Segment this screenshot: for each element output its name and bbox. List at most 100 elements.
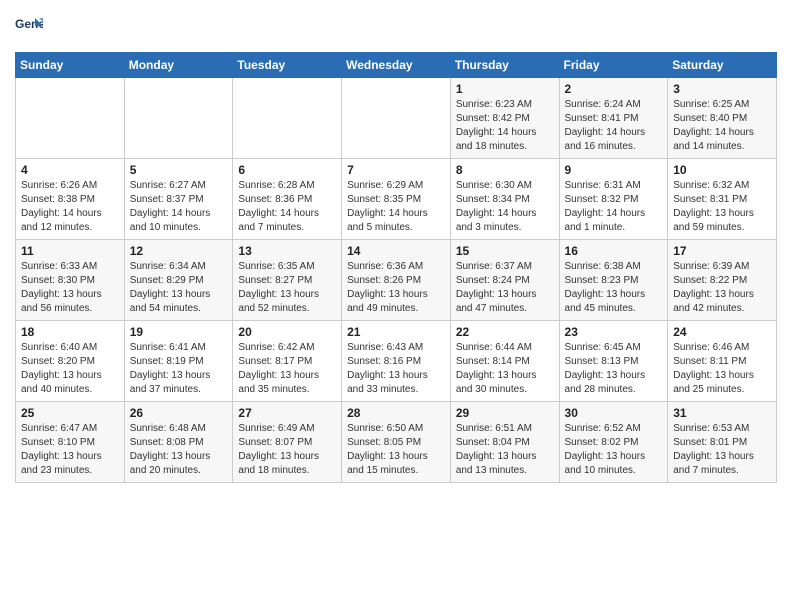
day-number: 22 [456, 325, 554, 339]
calendar-cell: 8 Sunrise: 6:30 AM Sunset: 8:34 PM Daylig… [450, 159, 559, 240]
day-info: Sunrise: 6:53 AM Sunset: 8:01 PM Dayligh… [673, 422, 771, 478]
day-number: 4 [21, 163, 119, 177]
calendar-cell: 13 Sunrise: 6:35 AM Sunset: 8:27 PM Dayli… [233, 240, 342, 321]
day-number: 26 [130, 406, 228, 420]
day-info: Sunrise: 6:39 AM Sunset: 8:22 PM Dayligh… [673, 260, 771, 316]
day-info: Sunrise: 6:42 AM Sunset: 8:17 PM Dayligh… [238, 341, 336, 397]
day-number: 13 [238, 244, 336, 258]
calendar-cell: 24 Sunrise: 6:46 AM Sunset: 8:11 PM Dayli… [668, 321, 777, 402]
day-info: Sunrise: 6:47 AM Sunset: 8:10 PM Dayligh… [21, 422, 119, 478]
day-number: 28 [347, 406, 445, 420]
day-number: 21 [347, 325, 445, 339]
weekday-header-monday: Monday [124, 53, 233, 78]
calendar-cell: 22 Sunrise: 6:44 AM Sunset: 8:14 PM Dayli… [450, 321, 559, 402]
calendar-header: SundayMondayTuesdayWednesdayThursdayFrid… [16, 53, 777, 78]
calendar-cell: 17 Sunrise: 6:39 AM Sunset: 8:22 PM Dayli… [668, 240, 777, 321]
calendar-table: SundayMondayTuesdayWednesdayThursdayFrid… [15, 52, 777, 483]
day-number: 7 [347, 163, 445, 177]
day-info: Sunrise: 6:40 AM Sunset: 8:20 PM Dayligh… [21, 341, 119, 397]
day-info: Sunrise: 6:34 AM Sunset: 8:29 PM Dayligh… [130, 260, 228, 316]
day-info: Sunrise: 6:44 AM Sunset: 8:14 PM Dayligh… [456, 341, 554, 397]
day-info: Sunrise: 6:46 AM Sunset: 8:11 PM Dayligh… [673, 341, 771, 397]
calendar-cell: 20 Sunrise: 6:42 AM Sunset: 8:17 PM Dayli… [233, 321, 342, 402]
weekday-header-saturday: Saturday [668, 53, 777, 78]
day-info: Sunrise: 6:30 AM Sunset: 8:34 PM Dayligh… [456, 179, 554, 235]
day-info: Sunrise: 6:26 AM Sunset: 8:38 PM Dayligh… [21, 179, 119, 235]
weekday-header-friday: Friday [559, 53, 668, 78]
calendar-cell: 29 Sunrise: 6:51 AM Sunset: 8:04 PM Dayli… [450, 402, 559, 483]
calendar-cell: 26 Sunrise: 6:48 AM Sunset: 8:08 PM Dayli… [124, 402, 233, 483]
calendar-cell: 7 Sunrise: 6:29 AM Sunset: 8:35 PM Daylig… [342, 159, 451, 240]
day-number: 29 [456, 406, 554, 420]
day-number: 14 [347, 244, 445, 258]
day-info: Sunrise: 6:41 AM Sunset: 8:19 PM Dayligh… [130, 341, 228, 397]
page-header: General [15, 10, 777, 44]
day-info: Sunrise: 6:31 AM Sunset: 8:32 PM Dayligh… [565, 179, 663, 235]
day-info: Sunrise: 6:50 AM Sunset: 8:05 PM Dayligh… [347, 422, 445, 478]
day-info: Sunrise: 6:37 AM Sunset: 8:24 PM Dayligh… [456, 260, 554, 316]
day-info: Sunrise: 6:23 AM Sunset: 8:42 PM Dayligh… [456, 98, 554, 154]
day-number: 10 [673, 163, 771, 177]
day-number: 9 [565, 163, 663, 177]
day-info: Sunrise: 6:45 AM Sunset: 8:13 PM Dayligh… [565, 341, 663, 397]
day-number: 24 [673, 325, 771, 339]
calendar-cell: 4 Sunrise: 6:26 AM Sunset: 8:38 PM Daylig… [16, 159, 125, 240]
logo-icon: General [15, 14, 43, 42]
calendar-cell: 3 Sunrise: 6:25 AM Sunset: 8:40 PM Daylig… [668, 78, 777, 159]
logo: General [15, 16, 47, 44]
day-number: 11 [21, 244, 119, 258]
day-number: 19 [130, 325, 228, 339]
day-info: Sunrise: 6:35 AM Sunset: 8:27 PM Dayligh… [238, 260, 336, 316]
day-number: 3 [673, 82, 771, 96]
day-number: 6 [238, 163, 336, 177]
calendar-cell: 16 Sunrise: 6:38 AM Sunset: 8:23 PM Dayli… [559, 240, 668, 321]
day-number: 15 [456, 244, 554, 258]
day-info: Sunrise: 6:32 AM Sunset: 8:31 PM Dayligh… [673, 179, 771, 235]
calendar-cell: 14Sunrise: 6:36 AM Sunset: 8:26 PM Dayli… [342, 240, 451, 321]
calendar-week-row: 1 Sunrise: 6:23 AM Sunset: 8:42 PM Daylig… [16, 78, 777, 159]
day-number: 20 [238, 325, 336, 339]
calendar-week-row: 18 Sunrise: 6:40 AM Sunset: 8:20 PM Dayli… [16, 321, 777, 402]
day-number: 5 [130, 163, 228, 177]
day-number: 27 [238, 406, 336, 420]
day-number: 12 [130, 244, 228, 258]
calendar-cell: 28 Sunrise: 6:50 AM Sunset: 8:05 PM Dayli… [342, 402, 451, 483]
day-number: 17 [673, 244, 771, 258]
day-number: 23 [565, 325, 663, 339]
calendar-cell: 2Sunrise: 6:24 AM Sunset: 8:41 PM Daylig… [559, 78, 668, 159]
calendar-week-row: 25 Sunrise: 6:47 AM Sunset: 8:10 PM Dayli… [16, 402, 777, 483]
calendar-cell: 5 Sunrise: 6:27 AM Sunset: 8:37 PM Daylig… [124, 159, 233, 240]
day-info: Sunrise: 6:27 AM Sunset: 8:37 PM Dayligh… [130, 179, 228, 235]
day-number: 8 [456, 163, 554, 177]
day-info: Sunrise: 6:43 AM Sunset: 8:16 PM Dayligh… [347, 341, 445, 397]
calendar-cell: 18 Sunrise: 6:40 AM Sunset: 8:20 PM Dayli… [16, 321, 125, 402]
calendar-week-row: 4 Sunrise: 6:26 AM Sunset: 8:38 PM Daylig… [16, 159, 777, 240]
day-info: Sunrise: 6:38 AM Sunset: 8:23 PM Dayligh… [565, 260, 663, 316]
day-info: Sunrise: 6:29 AM Sunset: 8:35 PM Dayligh… [347, 179, 445, 235]
day-number: 2 [565, 82, 663, 96]
day-number: 1 [456, 82, 554, 96]
calendar-cell: 23 Sunrise: 6:45 AM Sunset: 8:13 PM Dayli… [559, 321, 668, 402]
calendar-cell: 15 Sunrise: 6:37 AM Sunset: 8:24 PM Dayli… [450, 240, 559, 321]
day-info: Sunrise: 6:48 AM Sunset: 8:08 PM Dayligh… [130, 422, 228, 478]
calendar-cell: 21 Sunrise: 6:43 AM Sunset: 8:16 PM Dayli… [342, 321, 451, 402]
calendar-cell: 6 Sunrise: 6:28 AM Sunset: 8:36 PM Daylig… [233, 159, 342, 240]
day-info: Sunrise: 6:49 AM Sunset: 8:07 PM Dayligh… [238, 422, 336, 478]
day-number: 18 [21, 325, 119, 339]
weekday-header-tuesday: Tuesday [233, 53, 342, 78]
day-info: Sunrise: 6:51 AM Sunset: 8:04 PM Dayligh… [456, 422, 554, 478]
calendar-cell: 19 Sunrise: 6:41 AM Sunset: 8:19 PM Dayli… [124, 321, 233, 402]
calendar-cell: 25 Sunrise: 6:47 AM Sunset: 8:10 PM Dayli… [16, 402, 125, 483]
calendar-cell: 10 Sunrise: 6:32 AM Sunset: 8:31 PM Dayli… [668, 159, 777, 240]
day-number: 25 [21, 406, 119, 420]
day-info: Sunrise: 6:28 AM Sunset: 8:36 PM Dayligh… [238, 179, 336, 235]
day-info: Sunrise: 6:25 AM Sunset: 8:40 PM Dayligh… [673, 98, 771, 154]
day-info: Sunrise: 6:52 AM Sunset: 8:02 PM Dayligh… [565, 422, 663, 478]
weekday-header-thursday: Thursday [450, 53, 559, 78]
day-info: Sunrise: 6:33 AM Sunset: 8:30 PM Dayligh… [21, 260, 119, 316]
calendar-cell: 30 Sunrise: 6:52 AM Sunset: 8:02 PM Dayli… [559, 402, 668, 483]
calendar-cell [233, 78, 342, 159]
day-number: 30 [565, 406, 663, 420]
day-number: 16 [565, 244, 663, 258]
calendar-cell: 12 Sunrise: 6:34 AM Sunset: 8:29 PM Dayli… [124, 240, 233, 321]
